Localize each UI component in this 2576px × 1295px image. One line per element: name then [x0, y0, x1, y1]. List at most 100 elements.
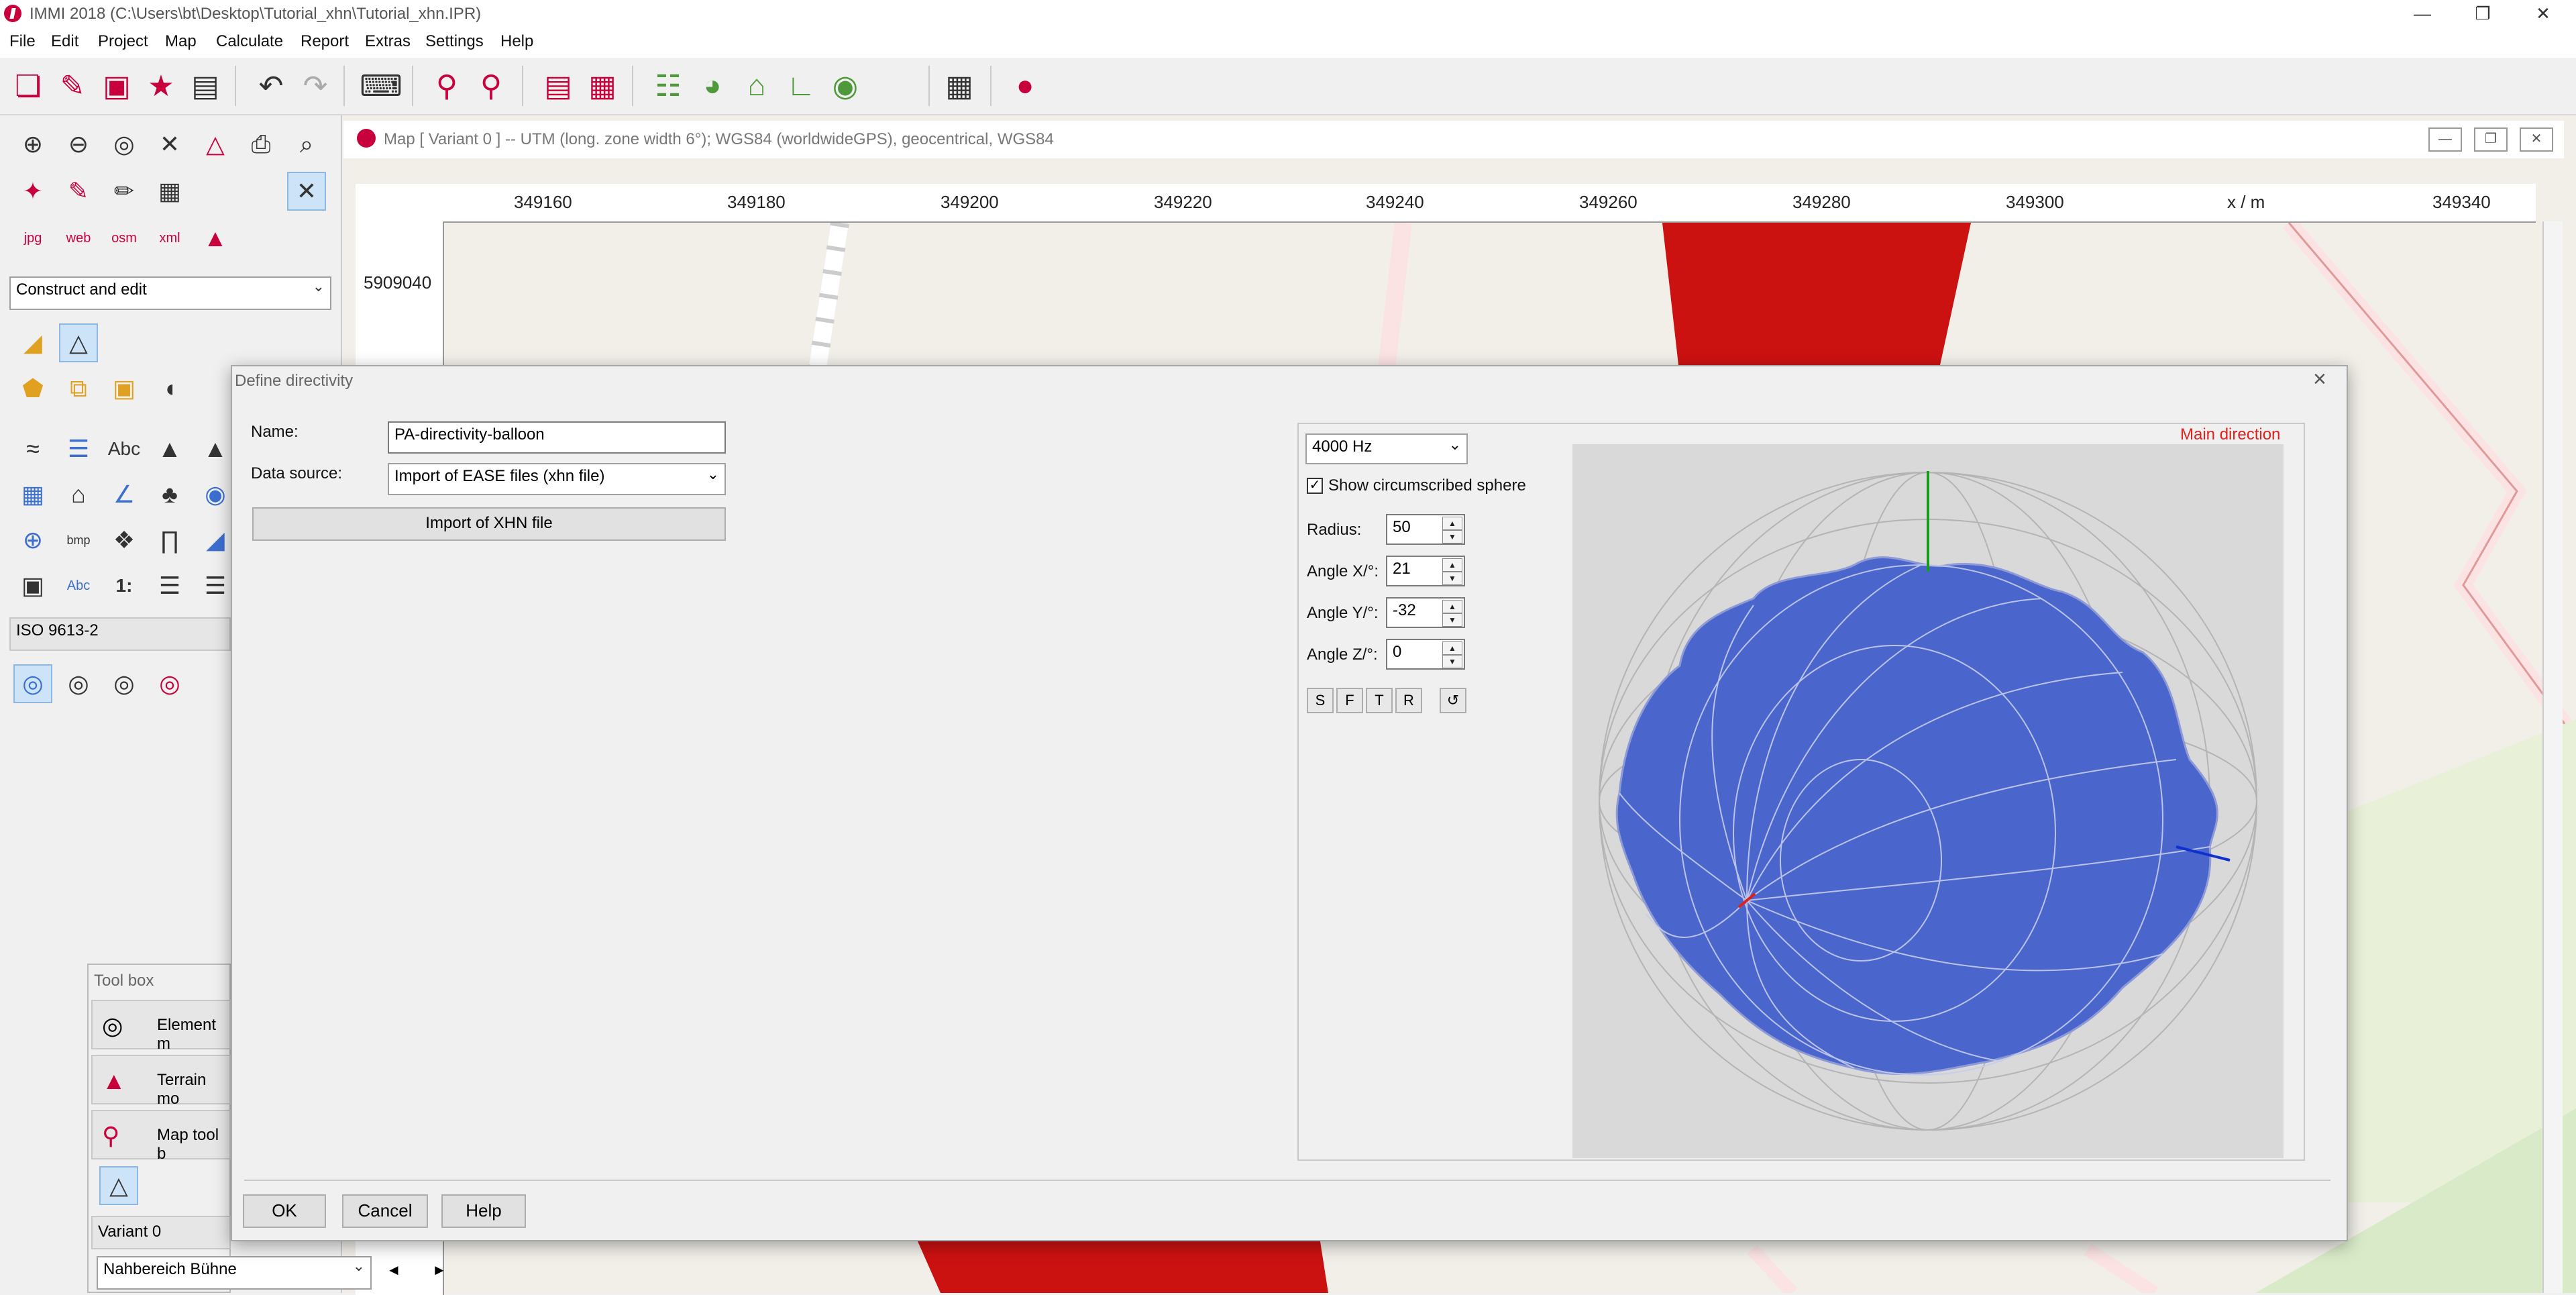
import-jpg-icon[interactable]: jpg: [13, 219, 52, 258]
graph-icon[interactable]: ∟: [782, 67, 820, 105]
binoculars-icon[interactable]: ◎: [105, 125, 144, 164]
calculator-icon[interactable]: ▦: [941, 67, 978, 105]
list-icon[interactable]: ☰: [150, 566, 189, 605]
bitmap-icon[interactable]: bmp: [59, 521, 98, 560]
properties-icon[interactable]: ▤: [186, 67, 224, 105]
immi-logo-icon[interactable]: ●: [1006, 67, 1044, 105]
close-window-button[interactable]: ✕: [2513, 0, 2573, 27]
map-scrollbar[interactable]: [2542, 221, 2563, 1293]
help-button[interactable]: Help: [441, 1194, 526, 1228]
diagonal-icon[interactable]: ◢: [196, 521, 235, 560]
source-icon[interactable]: ◉: [196, 475, 235, 514]
frame-icon[interactable]: ▣: [13, 566, 52, 605]
menu-file[interactable]: File: [9, 32, 36, 51]
angle-z-spin-up[interactable]: ▲: [1442, 641, 1462, 655]
menu-map[interactable]: Map: [165, 32, 197, 51]
view-top-button[interactable]: T: [1366, 688, 1393, 713]
book-icon[interactable]: ▤: [539, 67, 577, 105]
new-project-icon[interactable]: ❏: [9, 67, 47, 105]
map-minimize-button[interactable]: —: [2428, 127, 2462, 152]
search-zoom-icon[interactable]: ⌕: [287, 125, 326, 164]
import-xhn-button[interactable]: Import of XHN file: [252, 507, 726, 541]
map-close-button[interactable]: ✕: [2520, 127, 2553, 152]
tree-icon[interactable]: ♣: [150, 475, 189, 514]
import-osm-icon[interactable]: osm: [105, 219, 144, 258]
view-side-button[interactable]: S: [1307, 688, 1334, 713]
angle-icon[interactable]: ∠: [105, 475, 144, 514]
reset-view-icon[interactable]: ↺: [1440, 688, 1466, 713]
toolbox-item-element[interactable]: ◎ Element m: [91, 1000, 231, 1053]
satellite-icon[interactable]: ✦: [13, 172, 52, 211]
previous-arrow-icon[interactable]: ◄: [386, 1261, 401, 1279]
favorites-icon[interactable]: ★: [142, 67, 180, 105]
split-icon[interactable]: ▣: [105, 369, 144, 408]
mode-select[interactable]: Construct and edit ⌄: [9, 276, 331, 310]
toolbox-item-map-tool[interactable]: ⚲ Map tool b: [91, 1110, 231, 1163]
dialog-close-icon[interactable]: ×: [2313, 366, 2326, 393]
road-icon[interactable]: ≈: [13, 429, 52, 468]
measure-icon[interactable]: ✕: [150, 125, 189, 164]
ok-button[interactable]: OK: [243, 1194, 326, 1228]
pen-icon[interactable]: ✎: [59, 172, 98, 211]
emission-icon[interactable]: ❖: [105, 521, 144, 560]
menu-settings[interactable]: Settings: [425, 32, 484, 51]
directivity-balloon-3d[interactable]: [1572, 444, 2284, 1158]
angle-y-spin-up[interactable]: ▲: [1442, 600, 1462, 613]
redo-icon[interactable]: ↷: [297, 67, 334, 105]
menu-project[interactable]: Project: [98, 32, 148, 51]
grid-table-icon[interactable]: ▦: [584, 67, 621, 105]
receiver-icon[interactable]: ⊕: [13, 521, 52, 560]
menu-extras[interactable]: Extras: [365, 32, 411, 51]
map-restore-button[interactable]: ❐: [2474, 127, 2508, 152]
eraser-icon[interactable]: △: [196, 125, 235, 164]
data-source-select[interactable]: Import of EASE files (xhn file) ⌄: [388, 463, 726, 495]
settings-sliders-icon[interactable]: ☷: [649, 67, 687, 105]
frequency-select[interactable]: 4000 Hz ⌄: [1305, 433, 1468, 464]
text-abc-icon[interactable]: Abc: [105, 429, 144, 468]
view-front-button[interactable]: F: [1336, 688, 1363, 713]
toolbox-item-terrain[interactable]: ▲ Terrain mo: [91, 1055, 231, 1108]
menu-edit[interactable]: Edit: [51, 32, 78, 51]
menu-calculate[interactable]: Calculate: [216, 32, 283, 51]
restore-button[interactable]: ❐: [2453, 0, 2513, 27]
calc-area-icon[interactable]: ◎: [13, 664, 52, 703]
angle-y-spin-down[interactable]: ▼: [1442, 613, 1462, 627]
zoom-out-icon[interactable]: ⊖: [59, 125, 98, 164]
undo-icon[interactable]: ↶: [252, 67, 290, 105]
zoom-in-icon[interactable]: ⊕: [13, 125, 52, 164]
copy-polygon-icon[interactable]: ⧉: [59, 369, 98, 408]
barrier-icon[interactable]: ∏: [150, 521, 189, 560]
import-xml-icon[interactable]: xml: [150, 219, 189, 258]
terrain-lines-icon[interactable]: ▲: [150, 429, 189, 468]
lines-icon[interactable]: ☰: [59, 429, 98, 468]
map-pin-icon[interactable]: ⚲: [428, 67, 466, 105]
radius-icon[interactable]: ◖: [150, 369, 189, 408]
pencil-icon[interactable]: ✏: [105, 172, 144, 211]
radius-spin-down[interactable]: ▼: [1442, 530, 1462, 543]
next-arrow-icon[interactable]: ►: [432, 1261, 447, 1279]
cancel-button[interactable]: Cancel: [342, 1194, 428, 1228]
norm-select[interactable]: ISO 9613-2: [9, 617, 231, 651]
sphere-checkbox[interactable]: ✓: [1307, 478, 1323, 494]
house-icon[interactable]: ⌂: [738, 67, 775, 105]
edit-polygon-icon[interactable]: △: [99, 1166, 138, 1205]
text-box-icon[interactable]: Abc: [59, 566, 98, 605]
calc-target-icon[interactable]: ◎: [105, 664, 144, 703]
radius-spin-up[interactable]: ▲: [1442, 517, 1462, 530]
grid-icon[interactable]: ▦: [150, 172, 189, 211]
pie-icon[interactable]: ◕: [694, 67, 731, 105]
angle-x-spin-up[interactable]: ▲: [1442, 558, 1462, 572]
keyboard-icon[interactable]: ⌨: [360, 67, 402, 105]
map-pin-edit-icon[interactable]: ⚲: [472, 67, 510, 105]
terrain-icon[interactable]: ▲: [196, 219, 235, 258]
tools-icon[interactable]: ✕: [287, 172, 326, 211]
polygon-icon[interactable]: ⬟: [13, 369, 52, 408]
area-select[interactable]: Nahbereich Bühne ⌄: [97, 1256, 372, 1290]
name-input[interactable]: PA-directivity-balloon: [388, 421, 726, 454]
calc-radar-icon[interactable]: ◎: [150, 664, 189, 703]
mountains-icon[interactable]: ▲: [196, 429, 235, 468]
target-icon[interactable]: ◉: [826, 67, 864, 105]
save-icon[interactable]: ▣: [98, 67, 136, 105]
import-web-icon[interactable]: web: [59, 219, 98, 258]
menu-report[interactable]: Report: [301, 32, 349, 51]
